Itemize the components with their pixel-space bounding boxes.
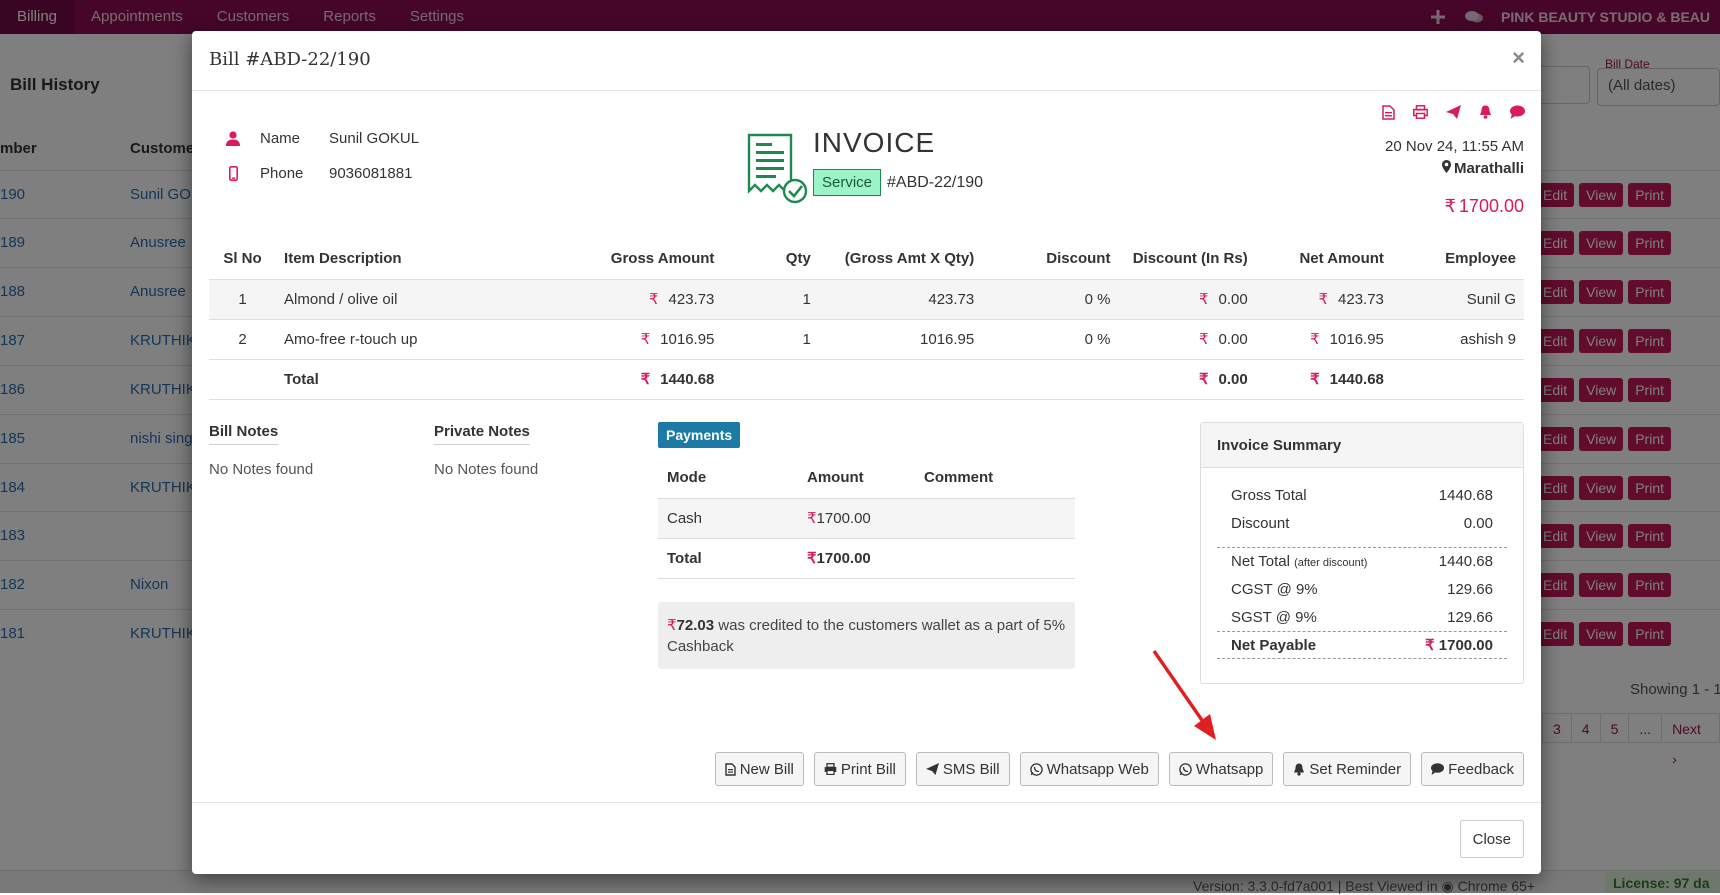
table-row: Cash ₹1700.00: [658, 497, 1075, 538]
service-badge: Service: [813, 169, 882, 196]
header-discount-rs: Discount (In Rs): [1132, 250, 1248, 268]
sms-bill-button[interactable]: SMS Bill: [915, 752, 1010, 786]
invoice-total: ₹1700.00: [1444, 196, 1524, 216]
invoice-toolbar: [1382, 105, 1525, 123]
whatsapp-icon: [1179, 762, 1192, 776]
action-buttons: New Bill Print Bill SMS Bill Whatsapp We…: [714, 752, 1524, 786]
header-mode: Mode: [667, 469, 707, 487]
customer-phone: 9036081881: [329, 165, 413, 182]
customer-name: Sunil GOKUL: [329, 130, 420, 147]
close-icon[interactable]: ×: [1512, 45, 1525, 71]
rupee-icon: ₹: [640, 331, 651, 348]
header-item-description: Item Description: [284, 250, 402, 268]
whatsapp-button[interactable]: Whatsapp: [1168, 752, 1274, 786]
table-row: 2 Amo-free r-touch up ₹1016.95 1 1016.95…: [209, 318, 1524, 359]
invoice-heading-text: INVOICE: [813, 127, 936, 158]
rupee-icon: ₹: [648, 291, 659, 308]
private-notes-value: No Notes found: [434, 461, 539, 478]
header-qty: Qty: [785, 250, 811, 268]
header-amount: Amount: [807, 469, 864, 487]
invoice-location: Marathalli: [1441, 160, 1524, 177]
customer-info: Name Sunil GOKUL Phone 9036081881: [224, 121, 419, 191]
modal-footer: Close: [192, 802, 1541, 874]
rupee-icon: ₹: [1310, 331, 1320, 348]
close-button[interactable]: Close: [1459, 820, 1524, 858]
receipt-icon: [745, 133, 809, 210]
header-net-amount: Net Amount: [1299, 250, 1384, 268]
invoice-date: 20 Nov 24, 11:55 AM: [1385, 138, 1524, 155]
mobile-icon: [224, 166, 242, 181]
whatsapp-icon: [1029, 762, 1043, 776]
document-icon: [724, 762, 736, 776]
bill-notes-label: Bill Notes: [209, 423, 279, 445]
bell-icon: [1294, 763, 1305, 776]
summary-sgst-row: SGST @ 9% 129.66: [1231, 608, 1493, 626]
header-sl-no: Sl No: [223, 250, 262, 268]
print-icon: [824, 763, 837, 775]
new-bill-button[interactable]: New Bill: [714, 752, 804, 786]
items-table: Sl No Item Description Gross Amount Qty …: [209, 239, 1524, 400]
payments-badge: Payments: [658, 422, 741, 448]
bell-icon[interactable]: [1479, 105, 1492, 123]
rupee-icon: ₹: [667, 617, 677, 634]
table-total-row: Total ₹1440.68 ₹0.00 ₹1440.68: [209, 358, 1524, 400]
invoice-number: #ABD-22/190: [887, 174, 984, 191]
rupee-icon: ₹: [1318, 291, 1329, 308]
set-reminder-button[interactable]: Set Reminder: [1283, 752, 1412, 786]
header-gross-amount: Gross Amount: [610, 250, 715, 268]
send-icon: [925, 763, 939, 775]
rupee-icon: ₹: [1198, 331, 1209, 348]
modal-header: Bill #ABD-22/190 ×: [192, 31, 1541, 91]
modal-title: Bill #ABD-22/190: [209, 49, 371, 70]
annotation-arrow-icon: [1152, 650, 1216, 740]
rupee-icon: ₹: [1198, 291, 1209, 308]
summary-payable-row: Net Payable ₹ 1700.00: [1217, 631, 1507, 659]
print-icon[interactable]: [1413, 105, 1428, 123]
rupee-icon: ₹: [1310, 371, 1320, 388]
print-bill-button[interactable]: Print Bill: [813, 752, 906, 786]
send-icon[interactable]: [1446, 105, 1461, 123]
rupee-icon: ₹: [1198, 371, 1209, 388]
feedback-button[interactable]: Feedback: [1421, 752, 1524, 786]
cashback-amount: 72.03: [676, 617, 715, 634]
rupee-icon: ₹: [640, 371, 651, 388]
comment-icon: [1431, 763, 1445, 775]
invoice-summary: Invoice Summary Gross Total 1440.68 Disco…: [1200, 422, 1524, 684]
map-marker-icon: [1441, 160, 1451, 177]
private-notes-label: Private Notes: [434, 423, 530, 445]
header-gross-x-qty: (Gross Amt X Qty): [844, 250, 975, 268]
cashback-notice: ₹72.03 was credited to the customers wal…: [658, 602, 1075, 669]
bill-modal: Bill #ABD-22/190 × Name Sunil GOKUL Phon…: [192, 31, 1541, 874]
user-icon: [224, 131, 242, 146]
header-discount: Discount: [1046, 250, 1111, 268]
table-total-row: Total ₹1700.00: [658, 537, 1075, 579]
summary-net-row: Net Total (after discount) 1440.68: [1217, 547, 1507, 575]
rupee-icon: ₹: [807, 510, 817, 527]
summary-gross-row: Gross Total 1440.68: [1231, 486, 1493, 504]
rupee-icon: ₹: [1425, 637, 1435, 654]
rupee-icon: ₹: [807, 550, 817, 567]
rupee-icon: ₹: [1444, 196, 1456, 216]
whatsapp-web-button[interactable]: Whatsapp Web: [1019, 752, 1159, 786]
header-comment: Comment: [924, 469, 994, 487]
table-row: 1 Almond / olive oil ₹423.73 1 423.73 0 …: [209, 278, 1524, 319]
cashback-text: was credited to the customers wallet as …: [667, 617, 1066, 655]
name-label: Name: [260, 130, 301, 147]
payments-table: Mode Amount Comment Cash ₹1700.00 Total …: [658, 458, 1075, 579]
summary-discount-row: Discount 0.00: [1231, 514, 1493, 532]
invoice-heading: INVOICE Service #ABD-22/190: [745, 123, 1005, 233]
comment-icon[interactable]: [1510, 105, 1525, 123]
document-icon[interactable]: [1382, 105, 1395, 123]
summary-cgst-row: CGST @ 9% 129.66: [1231, 580, 1493, 598]
header-employee: Employee: [1445, 250, 1516, 268]
summary-title: Invoice Summary: [1201, 423, 1523, 468]
phone-label: Phone: [260, 165, 304, 182]
bill-notes-value: No Notes found: [209, 461, 314, 478]
